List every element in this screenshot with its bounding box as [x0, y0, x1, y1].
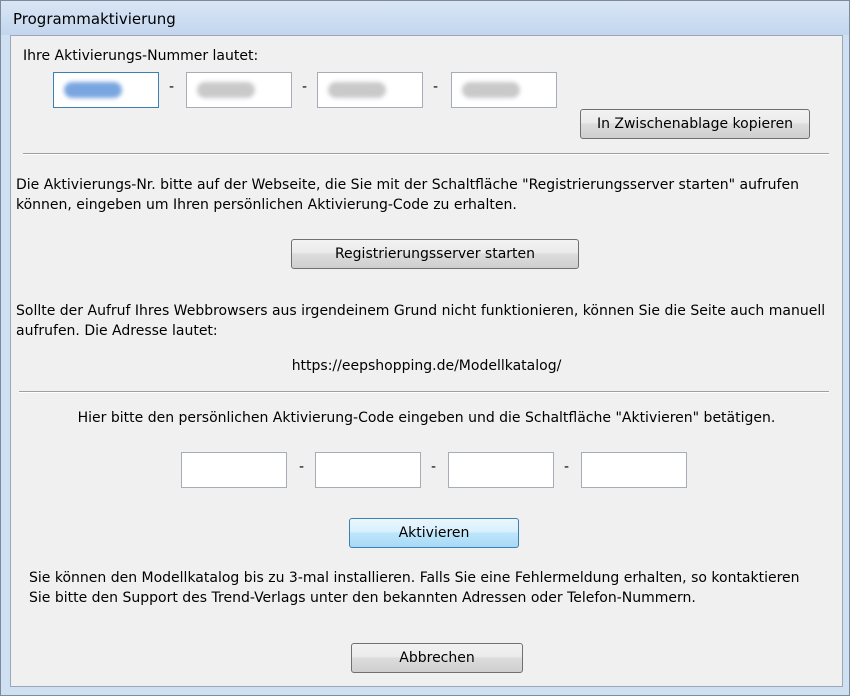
redacted-value: [462, 82, 520, 98]
activation-code-field-2[interactable]: [315, 452, 421, 488]
activation-code-field-4[interactable]: [581, 452, 687, 488]
cancel-button[interactable]: Abbrechen: [351, 643, 523, 673]
start-registration-server-button[interactable]: Registrierungsserver starten: [291, 239, 579, 269]
divider: [19, 391, 829, 393]
copy-to-clipboard-button[interactable]: In Zwischenablage kopieren: [580, 109, 810, 139]
activation-number-field-3[interactable]: [317, 72, 423, 108]
instructions-text: Die Aktivierungs-Nr. bitte auf der Webse…: [16, 177, 799, 213]
divider: [23, 153, 829, 155]
redacted-value: [197, 82, 255, 98]
activation-code-field-1[interactable]: [181, 452, 287, 488]
separator: -: [169, 79, 175, 95]
title-bar[interactable]: Programmaktivierung: [1, 1, 849, 35]
separator: -: [433, 79, 439, 95]
activation-number-field-4[interactable]: [451, 72, 557, 108]
separator: -: [299, 459, 305, 475]
manual-access-text: Sollte der Aufruf Ihres Webbrowsers aus …: [16, 303, 826, 339]
activation-code-label: Hier bitte den persönlichen Aktivierung-…: [77, 410, 776, 426]
info-text: Sie können den Modellkatalog bis zu 3-ma…: [29, 570, 800, 606]
activation-number-field-1[interactable]: [53, 72, 159, 108]
activation-code-field-3[interactable]: [448, 452, 554, 488]
separator: -: [302, 79, 308, 95]
separator: -: [564, 459, 570, 475]
separator: -: [431, 459, 437, 475]
registration-url: https://eepshopping.de/Modellkatalog/: [291, 358, 562, 374]
activation-dialog: Programmaktivierung Ihre Aktivierungs-Nu…: [0, 0, 850, 696]
activation-number-label: Ihre Aktivierungs-Nummer lautet:: [23, 48, 259, 64]
activate-button[interactable]: Aktivieren: [349, 518, 519, 548]
activation-number-field-2[interactable]: [186, 72, 292, 108]
redacted-value: [328, 82, 386, 98]
dialog-client-area: Ihre Aktivierungs-Nummer lautet: - - - I…: [10, 35, 843, 687]
window-title: Programmaktivierung: [13, 10, 176, 28]
redacted-value: [64, 82, 122, 98]
